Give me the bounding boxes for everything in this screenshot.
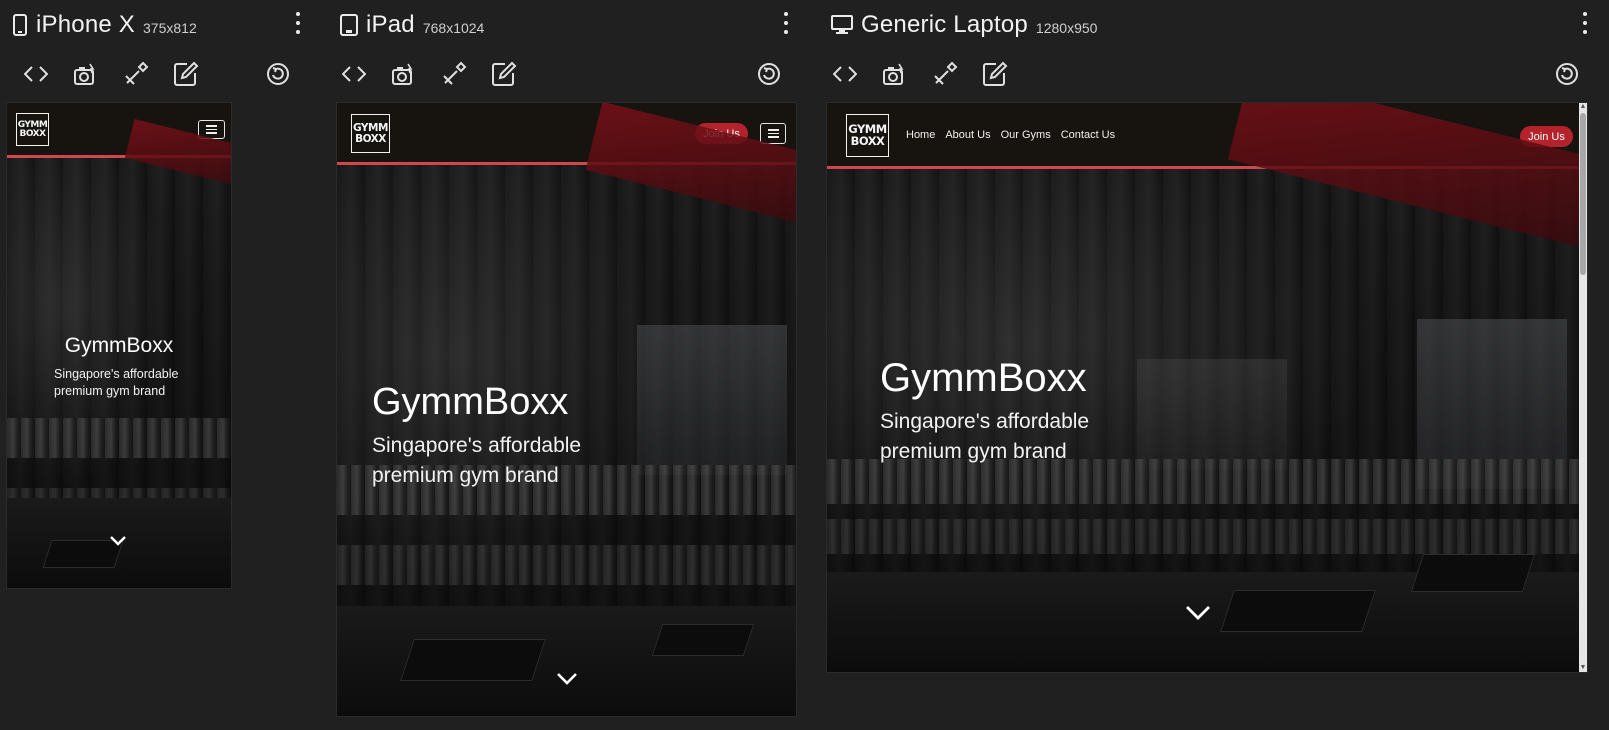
device-header: iPhone X 375x812 [12,8,197,42]
screenshot-icon[interactable] [69,58,101,90]
nav-link-about-us[interactable]: About Us [945,129,990,141]
site-logo[interactable]: GYMM BOXX [351,114,390,153]
code-icon[interactable] [829,58,861,90]
scroll-down-chevron-icon[interactable] [1185,605,1211,626]
rotate-icon[interactable] [1551,58,1583,90]
hero-title: GymmBoxx [880,356,1087,400]
device-name: iPad [366,11,415,38]
site-nav-links: Home About Us Our Gyms Contact Us [906,129,1125,141]
hamburger-menu-button[interactable] [760,123,786,144]
hero-section: GymmBoxx Singapore's affordable premium … [337,103,796,716]
edit-icon[interactable] [170,58,202,90]
nav-link-our-gyms[interactable]: Our Gyms [1001,129,1051,141]
nav-link-contact-us[interactable]: Contact Us [1061,129,1115,141]
code-icon[interactable] [20,58,52,90]
hero-subtitle: Singapore's affordable premium gym brand [880,410,1090,463]
viewport-scrollbar[interactable]: ▲ ▼ [1579,103,1587,672]
screenshot-icon[interactable] [387,58,419,90]
scroll-down-chevron-icon[interactable] [109,534,127,552]
device-name: Generic Laptop [861,11,1028,38]
more-options-icon[interactable] [1578,12,1592,34]
scrollbar-thumb[interactable] [1580,113,1586,275]
scroll-down-icon[interactable]: ▼ [1579,664,1587,672]
rotate-icon[interactable] [753,58,785,90]
hero-title: GymmBoxx [64,334,174,357]
device-viewport: GYMM BOXX Home About Us Our Gyms Contact… [826,102,1588,673]
hero-subtitle: Singapore's affordable premium gym brand [54,367,179,398]
device-toolbar [12,58,312,90]
inspect-icon[interactable] [120,58,152,90]
device-size: 768x1024 [422,20,485,36]
edit-icon[interactable] [979,58,1011,90]
device-header: Generic Laptop 1280x950 [831,8,1097,42]
device-size: 1280x950 [1035,20,1098,36]
device-header: iPad 768x1024 [340,8,484,42]
code-icon[interactable] [338,58,370,90]
device-toolbar [831,58,1601,90]
site-logo[interactable]: GYMM BOXX [846,114,889,157]
hero-section: GymmBoxx Singapore's affordable premium … [827,103,1587,672]
more-options-icon[interactable] [291,12,305,34]
tablet-icon [340,14,358,36]
hero-title: GymmBoxx [372,381,569,423]
device-toolbar [340,58,800,90]
scroll-down-chevron-icon[interactable] [556,672,578,691]
device-size: 375x812 [143,20,197,36]
screenshot-icon[interactable] [878,58,910,90]
more-options-icon[interactable] [779,12,793,34]
hero-subtitle: Singapore's affordable premium gym brand [372,434,582,487]
hero-section: GymmBoxx Singapore's affordable premium … [7,118,231,588]
scroll-up-icon[interactable]: ▲ [1579,103,1587,111]
phone-icon [12,14,28,36]
site-logo[interactable]: GYMM BOXX [16,113,49,146]
rotate-icon[interactable] [262,58,294,90]
inspect-icon[interactable] [438,58,470,90]
device-viewport: GYMM BOXX GymmBoxx Singapore's affordabl… [6,102,232,589]
device-name: iPhone X [36,11,136,38]
edit-icon[interactable] [488,58,520,90]
inspect-icon[interactable] [929,58,961,90]
laptop-icon [831,15,853,35]
device-viewport: GYMM BOXX Join Us GymmBoxx Singapore's a… [336,102,797,717]
nav-link-home[interactable]: Home [906,129,935,141]
